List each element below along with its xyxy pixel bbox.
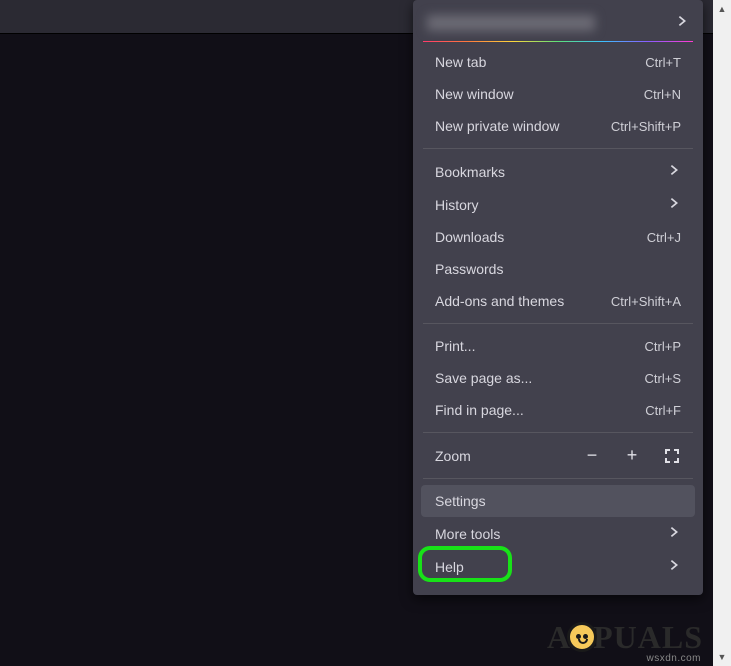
- menu-label: New window: [435, 86, 514, 102]
- zoom-out-button[interactable]: −: [583, 445, 601, 466]
- menu-label: Zoom: [435, 448, 583, 464]
- menu-label: Settings: [435, 493, 486, 509]
- menu-more-tools[interactable]: More tools: [421, 517, 695, 550]
- menu-label: Bookmarks: [435, 164, 505, 180]
- chevron-right-icon: [667, 525, 681, 542]
- watermark-domain: wsxdn.com: [646, 653, 701, 664]
- menu-label: History: [435, 197, 479, 213]
- account-row[interactable]: someone@mail.com: [413, 4, 703, 41]
- chevron-right-icon: [675, 14, 689, 31]
- chevron-right-icon: [667, 196, 681, 213]
- menu-label: Print...: [435, 338, 475, 354]
- menu-separator: [423, 432, 693, 433]
- scrollbar-track[interactable]: ▲ ▼: [713, 0, 731, 666]
- menu-settings[interactable]: Settings: [421, 485, 695, 517]
- menu-accelerator: Ctrl+P: [645, 339, 681, 354]
- menu-addons-and-themes[interactable]: Add-ons and themes Ctrl+Shift+A: [421, 285, 695, 317]
- menu-accelerator: Ctrl+Shift+P: [611, 119, 681, 134]
- menu-bookmarks[interactable]: Bookmarks: [421, 155, 695, 188]
- menu-accelerator: Ctrl+Shift+A: [611, 294, 681, 309]
- menu-label: Save page as...: [435, 370, 532, 386]
- menu-label: Passwords: [435, 261, 503, 277]
- menu-accelerator: Ctrl+J: [647, 230, 681, 245]
- application-menu: someone@mail.com New tab Ctrl+T New wind…: [413, 0, 703, 595]
- scrollbar-up-button[interactable]: ▲: [713, 0, 731, 18]
- menu-new-private-window[interactable]: New private window Ctrl+Shift+P: [421, 110, 695, 142]
- chevron-right-icon: [667, 163, 681, 180]
- menu-label: New tab: [435, 54, 486, 70]
- menu-label: New private window: [435, 118, 560, 134]
- watermark-logo: APUALS: [547, 618, 703, 656]
- menu-accelerator: Ctrl+T: [645, 55, 681, 70]
- account-email: someone@mail.com: [427, 15, 595, 31]
- menu-save-page-as[interactable]: Save page as... Ctrl+S: [421, 362, 695, 394]
- menu-find-in-page[interactable]: Find in page... Ctrl+F: [421, 394, 695, 426]
- zoom-in-button[interactable]: +: [623, 445, 641, 466]
- scrollbar-down-button[interactable]: ▼: [713, 648, 731, 666]
- menu-separator: [423, 478, 693, 479]
- menu-label: Add-ons and themes: [435, 293, 564, 309]
- menu-history[interactable]: History: [421, 188, 695, 221]
- fullscreen-button[interactable]: [663, 448, 681, 464]
- menu-label: Find in page...: [435, 402, 524, 418]
- menu-label: Downloads: [435, 229, 504, 245]
- menu-print[interactable]: Print... Ctrl+P: [421, 330, 695, 362]
- account-divider: [423, 41, 693, 42]
- chevron-right-icon: [667, 558, 681, 575]
- menu-zoom-row: Zoom − +: [421, 439, 695, 472]
- menu-separator: [423, 148, 693, 149]
- menu-downloads[interactable]: Downloads Ctrl+J: [421, 221, 695, 253]
- menu-accelerator: Ctrl+N: [644, 87, 681, 102]
- menu-new-tab[interactable]: New tab Ctrl+T: [421, 46, 695, 78]
- menu-accelerator: Ctrl+F: [645, 403, 681, 418]
- menu-help[interactable]: Help: [421, 550, 695, 583]
- menu-separator: [423, 323, 693, 324]
- menu-passwords[interactable]: Passwords: [421, 253, 695, 285]
- menu-label: More tools: [435, 526, 500, 542]
- menu-label: Help: [435, 559, 464, 575]
- menu-new-window[interactable]: New window Ctrl+N: [421, 78, 695, 110]
- menu-accelerator: Ctrl+S: [645, 371, 681, 386]
